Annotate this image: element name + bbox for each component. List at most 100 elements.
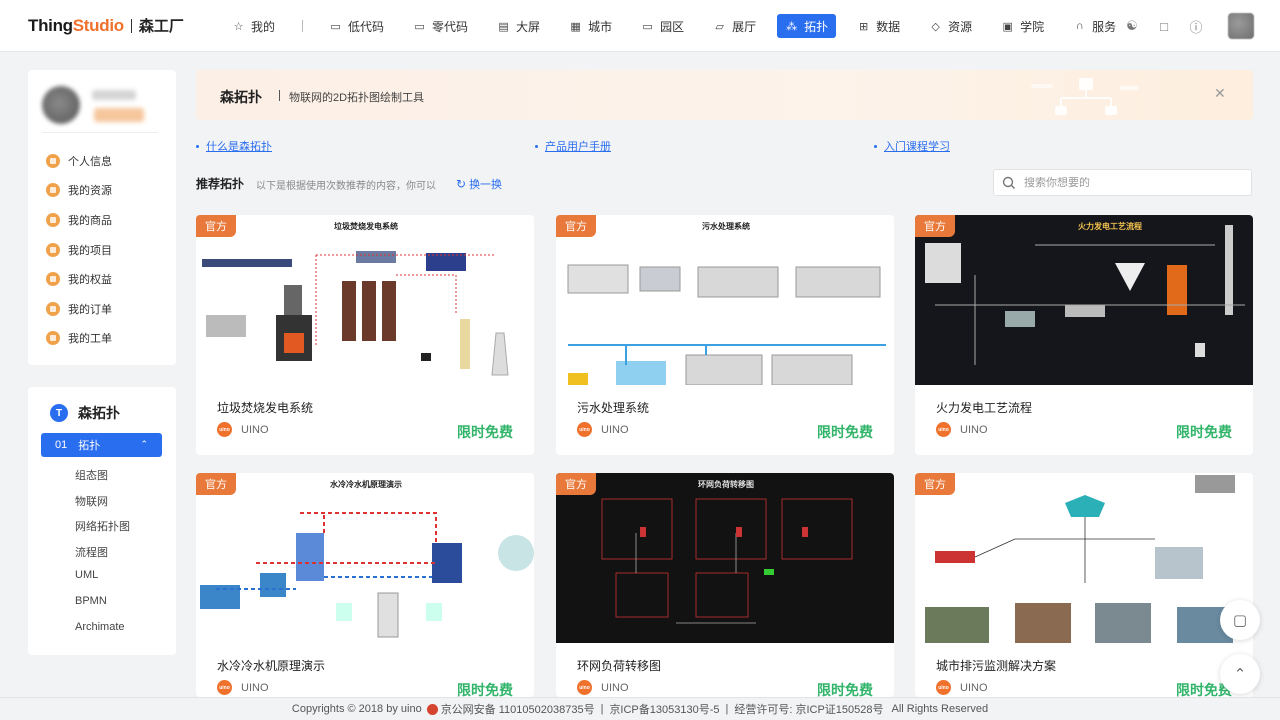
official-badge: 官方 xyxy=(915,215,955,237)
footer-copyright: Copyrights © 2018 by uino xyxy=(291,703,422,715)
vendor-logo-icon: uino xyxy=(936,422,951,437)
footer-divider: | xyxy=(600,703,604,715)
card-title[interactable]: 水冷冷水机原理演示 xyxy=(217,657,325,674)
nav-item-8[interactable]: ⊞ 数据 xyxy=(849,14,908,38)
user-avatar[interactable] xyxy=(1228,13,1254,39)
topology-card[interactable]: 水冷冷水机原理演示 官方 水冷冷水机原理演示 uino UINO 限时免费 xyxy=(196,473,534,697)
arrow-up-icon: ⌃ xyxy=(1233,666,1247,683)
card-thumbnail[interactable]: 污水处理系统 xyxy=(556,215,894,385)
edit-window-icon: ▭ xyxy=(414,20,425,33)
footer-divider: | xyxy=(725,703,729,715)
nav-item-4[interactable]: ▦ 城市 xyxy=(561,14,620,38)
card-thumbnail[interactable]: 环网负荷转移图 xyxy=(556,473,894,643)
profile-menu-item[interactable]: 个人信息 xyxy=(46,152,112,170)
official-badge: 官方 xyxy=(556,473,596,495)
search-icon xyxy=(1002,176,1015,189)
nav-item-label: 我的 xyxy=(251,19,276,34)
topology-submenu-item[interactable]: 物联网 xyxy=(75,493,108,509)
link-what-is-topology[interactable]: 什么是森拓扑 xyxy=(196,138,272,154)
vendor-logo-icon: uino xyxy=(936,680,951,695)
card-title[interactable]: 垃圾焚烧发电系统 xyxy=(217,399,313,416)
nav-item-10[interactable]: ▣ 学院 xyxy=(993,14,1052,38)
card-vendor: uino UINO xyxy=(217,680,269,695)
swap-label: 换一换 xyxy=(469,179,503,191)
profile-menu-item[interactable]: 我的工单 xyxy=(46,329,112,347)
link-user-manual[interactable]: 产品用户手册 xyxy=(535,138,611,154)
card-vendor: uino UINO xyxy=(936,680,988,695)
topology-panel: T 森拓扑 01 拓扑 ⌃ 组态图 物联网 网络拓扑图 流程图 UML BPMN Archi… xyxy=(28,387,176,655)
vendor-logo-icon: uino xyxy=(217,422,232,437)
search-box[interactable] xyxy=(993,169,1252,196)
profile-menu-item[interactable]: 我的订单 xyxy=(46,300,112,318)
topology-submenu-item[interactable]: UML xyxy=(75,569,98,581)
footer-license: 经营许可号: 京ICP证150528号 xyxy=(734,704,884,716)
chat-icon: ▢ xyxy=(1232,612,1248,629)
chevron-up-icon: ⌃ xyxy=(140,439,148,449)
topology-card[interactable]: 环网负荷转移图 官方 环网负荷转移图 uino UINO 限时免费 xyxy=(556,473,894,697)
back-to-top-button[interactable]: ⌃ xyxy=(1220,654,1260,694)
link-intro-course[interactable]: 入门课程学习 xyxy=(874,138,950,154)
nav-item-0[interactable]: ☆ 我的 xyxy=(224,14,283,38)
card-title[interactable]: 火力发电工艺流程 xyxy=(936,399,1032,416)
profile-menu-item[interactable]: 我的权益 xyxy=(46,270,112,288)
topology-card[interactable]: 官方 城市排污监测解决方案 uino UINO 限时免费 xyxy=(915,473,1253,697)
topology-card[interactable]: 垃圾焚烧发电系统 官方 垃圾焚烧发电系统 uino UINO 限时免费 xyxy=(196,215,534,455)
recommend-title: 推荐拓扑 xyxy=(196,177,245,191)
topology-card[interactable]: 污水处理系统 官方 污水处理系统 uino UINO 限时免费 xyxy=(556,215,894,455)
card-thumbnail[interactable]: 火力发电工艺流程 xyxy=(915,215,1253,385)
topology-submenu-item[interactable]: 流程图 xyxy=(75,544,108,560)
nav-item-2[interactable]: ▭ 零代码 xyxy=(405,14,476,38)
vendor-name: UINO xyxy=(241,681,269,694)
topology-submenu-item[interactable]: 组态图 xyxy=(75,467,108,483)
nav-item-label: 服务 xyxy=(1092,19,1117,34)
card-thumbnail[interactable]: 水冷冷水机原理演示 xyxy=(196,473,534,643)
card-title[interactable]: 城市排污监测解决方案 xyxy=(936,657,1056,674)
swap-button[interactable]: ↻ 换一换 xyxy=(456,176,502,192)
card-price: 限时免费 xyxy=(817,424,873,440)
search-input[interactable] xyxy=(1024,176,1234,189)
recommend-description: 以下是根据使用次数推荐的内容，你可以 xyxy=(256,181,436,192)
chat-float-button[interactable]: ▢ xyxy=(1220,600,1260,640)
card-thumbnail[interactable]: 垃圾焚烧发电系统 xyxy=(196,215,534,385)
topology-submenu-item[interactable]: 网络拓扑图 xyxy=(75,518,130,534)
card-vendor: uino UINO xyxy=(577,422,629,437)
footer-police[interactable]: 京公网安备 11010502038735号 xyxy=(441,701,595,717)
svg-text:水冷冷水机原理演示: 水冷冷水机原理演示 xyxy=(329,479,402,489)
card-title[interactable]: 污水处理系统 xyxy=(577,399,649,416)
profile-level-blurred xyxy=(94,108,144,122)
profile-avatar xyxy=(42,86,80,124)
topology-panel-title: 森拓扑 xyxy=(78,405,120,421)
nav-item-11[interactable]: ∩ 服务 xyxy=(1065,14,1124,38)
nav-item-7[interactable]: ⁂ 拓扑 xyxy=(777,14,837,38)
profile-menu-label: 我的资源 xyxy=(68,185,112,197)
message-icon[interactable]: □ xyxy=(1156,18,1172,34)
menu-item-icon xyxy=(46,302,60,316)
menu-item-icon xyxy=(46,154,60,168)
accessibility-icon[interactable]: ☯ xyxy=(1124,18,1140,34)
data-icon: ⊞ xyxy=(859,20,869,33)
footer-rights: All Rights Reserved xyxy=(891,703,989,715)
help-icon[interactable]: ⓘ xyxy=(1188,18,1204,35)
topology-card[interactable]: 火力发电工艺流程 官方 火力发电工艺流程 uino UINO 限时免费 xyxy=(915,215,1253,455)
svg-text:垃圾焚烧发电系统: 垃圾焚烧发电系统 xyxy=(334,221,398,231)
profile-menu-item[interactable]: 我的资源 xyxy=(46,181,112,199)
topology-menu-active[interactable]: 01 拓扑 ⌃ xyxy=(41,433,162,457)
card-thumbnail[interactable] xyxy=(915,473,1253,643)
logo-divider xyxy=(130,18,132,33)
nav-item-5[interactable]: ▭ 园区 xyxy=(633,14,692,38)
brand-name: ThingStudio xyxy=(28,15,124,35)
topology-submenu-item[interactable]: BPMN xyxy=(75,595,107,607)
card-title[interactable]: 环网负荷转移图 xyxy=(577,657,661,674)
profile-menu-item[interactable]: 我的商品 xyxy=(46,211,112,229)
top-navbar: ThingStudio 森工厂 ☆ 我的 ▭ 低代码 ▭ 零代码 ▤ 大屏 ▦ 城市 ▭ 园区 ▱ 展厅 ⁂… xyxy=(0,0,1280,52)
footer-icp[interactable]: 京ICP备13053130号-5 xyxy=(609,701,719,717)
nav-item-6[interactable]: ▱ 展厅 xyxy=(705,14,764,38)
brand-logo[interactable]: ThingStudio 森工厂 xyxy=(28,15,184,36)
nav-item-9[interactable]: ◇ 资源 xyxy=(921,14,980,38)
profile-menu-item[interactable]: 我的项目 xyxy=(46,241,112,259)
nav-item-1[interactable]: ▭ 低代码 xyxy=(321,14,392,38)
vendor-logo-icon: uino xyxy=(577,422,592,437)
nav-item-3[interactable]: ▤ 大屏 xyxy=(489,14,548,38)
topology-submenu-item[interactable]: Archimate xyxy=(75,621,125,633)
close-icon[interactable]: ✕ xyxy=(1214,85,1226,102)
